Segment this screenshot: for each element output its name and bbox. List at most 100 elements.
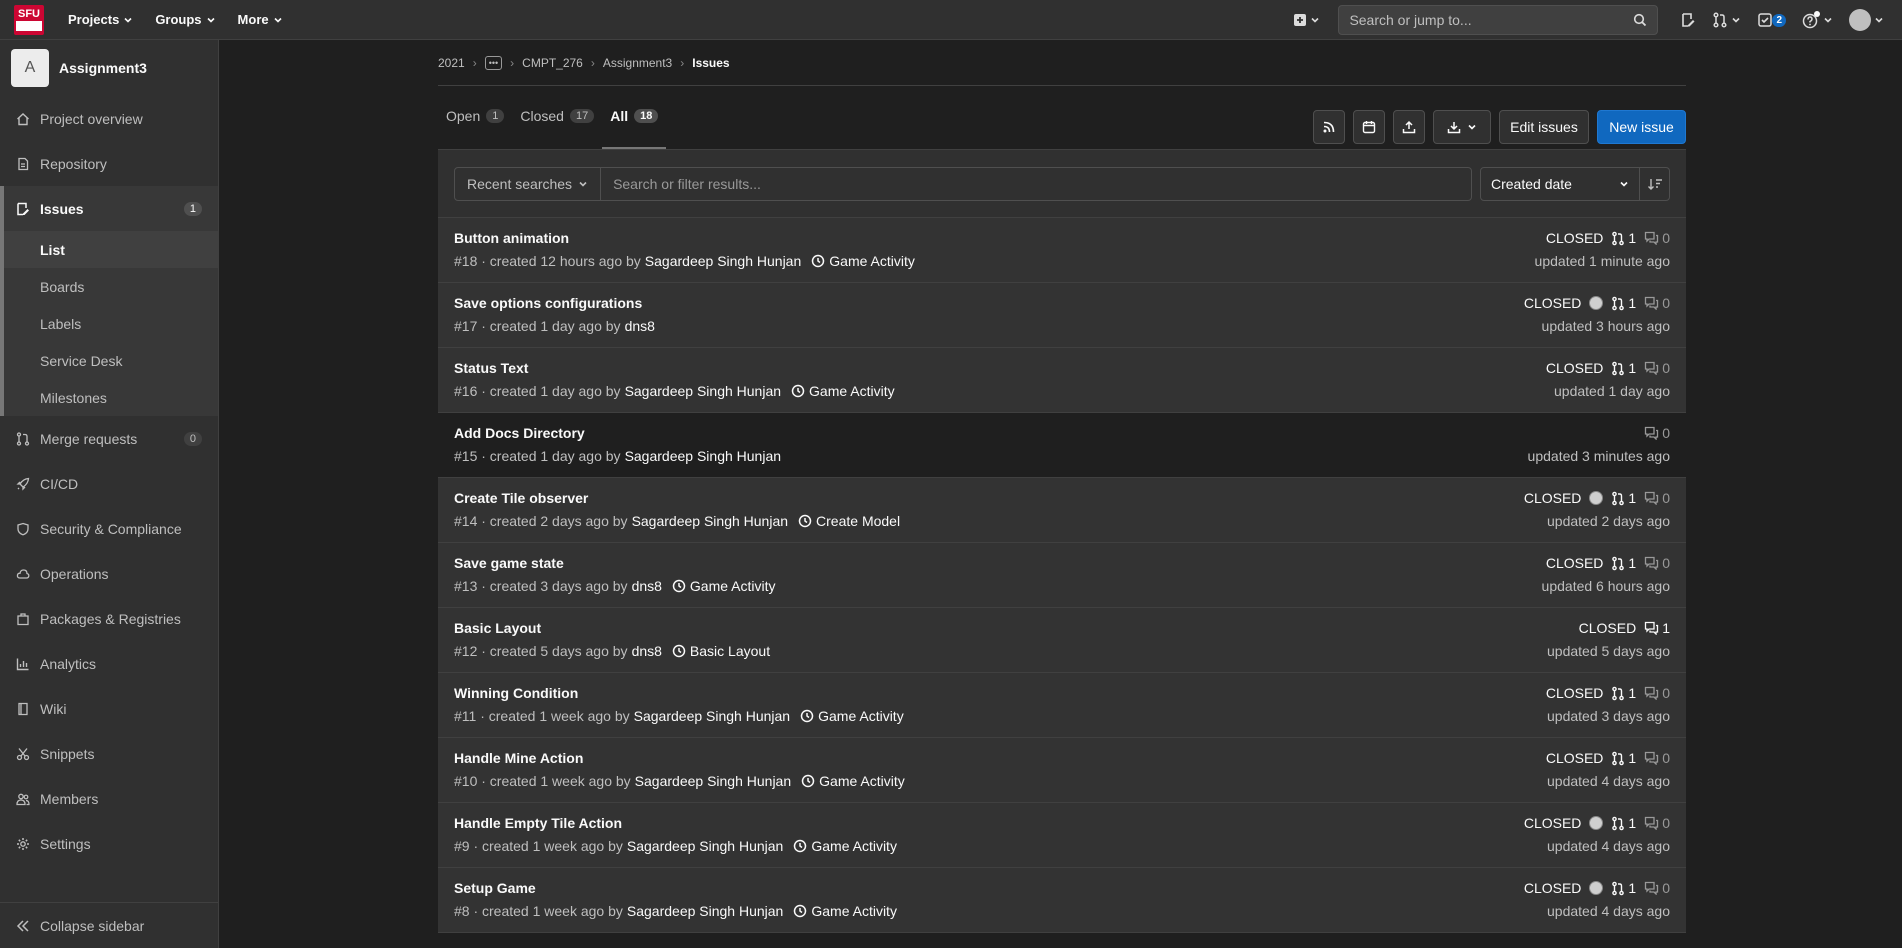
issue-author-link[interactable]: Sagardeep Singh Hunjan [635,773,791,789]
todos-shortcut[interactable]: 2 [1749,12,1794,28]
issue-comments[interactable]: 0 [1644,230,1670,246]
assignee-avatar[interactable] [1589,296,1604,310]
sidebar-item-merge-requests[interactable]: Merge requests 0 [0,416,218,461]
issue-title-link[interactable]: Handle Mine Action [454,750,583,766]
sidebar-item-settings[interactable]: Settings [0,821,218,866]
breadcrumb-item[interactable]: 2021 [438,56,465,70]
related-merge-requests[interactable]: 1 [1611,815,1636,831]
issue-milestone-link[interactable]: Game Activity [791,383,895,399]
breadcrumb-current[interactable]: Issues [692,56,729,70]
sort-dropdown[interactable]: Created date [1480,166,1640,201]
issue-comments[interactable]: 0 [1644,295,1670,311]
issue-comments[interactable]: 0 [1644,425,1670,441]
edit-issues-button[interactable]: Edit issues [1499,110,1589,144]
issue-title-link[interactable]: Save options configurations [454,295,642,311]
issue-milestone-link[interactable]: Game Activity [801,773,905,789]
sidebar-item-snippets[interactable]: Snippets [0,731,218,776]
issue-author-link[interactable]: Sagardeep Singh Hunjan [627,838,783,854]
related-merge-requests[interactable]: 1 [1611,880,1636,896]
issue-author-link[interactable]: Sagardeep Singh Hunjan [634,708,790,724]
issue-milestone-link[interactable]: Game Activity [800,708,904,724]
filter-search-input[interactable]: Search or filter results... [601,166,1472,201]
issue-title-link[interactable]: Create Tile observer [454,490,588,506]
issue-title-link[interactable]: Setup Game [454,880,536,896]
export-dropdown[interactable] [1433,110,1491,144]
issue-author-link[interactable]: Sagardeep Singh Hunjan [645,253,801,269]
sidebar-item-project-overview[interactable]: Project overview [0,96,218,141]
assignee-avatar[interactable] [1589,491,1604,505]
collapse-sidebar-button[interactable]: Collapse sidebar [0,902,218,948]
more-menu[interactable]: More [238,12,283,27]
help-dropdown[interactable] [1794,11,1841,29]
related-merge-requests[interactable]: 1 [1611,685,1636,701]
related-merge-requests[interactable]: 1 [1611,555,1636,571]
projects-menu[interactable]: Projects [68,12,133,27]
issue-title-link[interactable]: Winning Condition [454,685,578,701]
issue-title-link[interactable]: Status Text [454,360,528,376]
issue-title-link[interactable]: Handle Empty Tile Action [454,815,622,831]
groups-menu[interactable]: Groups [155,12,215,27]
issue-title-link[interactable]: Button animation [454,230,569,246]
sidebar-item-wiki[interactable]: Wiki [0,686,218,731]
sfu-logo[interactable]: SFU [14,4,44,35]
related-merge-requests[interactable]: 1 [1611,360,1636,376]
issue-title-link[interactable]: Basic Layout [454,620,541,636]
issue-comments[interactable]: 0 [1644,555,1670,571]
issue-comments[interactable]: 0 [1644,490,1670,506]
issue-comments[interactable]: 0 [1644,685,1670,701]
issue-title-link[interactable]: Save game state [454,555,564,571]
subnav-item-milestones[interactable]: Milestones [4,379,218,416]
breadcrumb-item[interactable]: CMPT_276 [522,56,583,70]
issue-author-link[interactable]: dns8 [625,318,655,334]
sidebar-item-packages-registries[interactable]: Packages & Registries [0,596,218,641]
rss-button[interactable] [1313,110,1345,144]
issue-comments[interactable]: 0 [1644,880,1670,896]
subnav-item-boards[interactable]: Boards [4,268,218,305]
tab-closed[interactable]: Closed 17 [512,85,602,147]
tab-open[interactable]: Open 1 [438,85,512,147]
issue-title-link[interactable]: Add Docs Directory [454,425,585,441]
new-dropdown[interactable] [1285,13,1328,27]
sidebar-item-repository[interactable]: Repository [0,141,218,186]
assignee-avatar[interactable] [1589,816,1604,830]
issue-milestone-link[interactable]: Game Activity [793,903,897,919]
tab-all[interactable]: All 18 [602,85,667,149]
sidebar-item-security-compliance[interactable]: Security & Compliance [0,506,218,551]
subnav-item-service-desk[interactable]: Service Desk [4,342,218,379]
issue-comments[interactable]: 0 [1644,750,1670,766]
related-merge-requests[interactable]: 1 [1611,230,1636,246]
issue-author-link[interactable]: Sagardeep Singh Hunjan [625,448,781,464]
related-merge-requests[interactable]: 1 [1611,295,1636,311]
sidebar-item-cicd[interactable]: CI/CD [0,461,218,506]
new-issue-button[interactable]: New issue [1597,110,1686,144]
issue-milestone-link[interactable]: Game Activity [672,578,776,594]
related-merge-requests[interactable]: 1 [1611,490,1636,506]
merge-requests-shortcut[interactable] [1704,12,1749,28]
issue-author-link[interactable]: Sagardeep Singh Hunjan [632,513,788,529]
recent-searches-dropdown[interactable]: Recent searches [454,166,602,201]
subnav-item-labels[interactable]: Labels [4,305,218,342]
sidebar-item-issues[interactable]: Issues 1 [0,186,218,231]
issue-milestone-link[interactable]: Basic Layout [672,643,770,659]
issue-author-link[interactable]: Sagardeep Singh Hunjan [625,383,781,399]
issue-milestone-link[interactable]: Create Model [798,513,900,529]
sidebar-item-members[interactable]: Members [0,776,218,821]
related-merge-requests[interactable]: 1 [1611,750,1636,766]
issues-shortcut[interactable] [1672,12,1704,28]
issue-author-link[interactable]: Sagardeep Singh Hunjan [627,903,783,919]
issue-comments[interactable]: 0 [1644,360,1670,376]
global-search-input[interactable]: Search or jump to... [1338,5,1659,35]
sidebar-item-operations[interactable]: Operations [0,551,218,596]
issue-milestone-link[interactable]: Game Activity [793,838,897,854]
issue-author-link[interactable]: dns8 [632,643,662,659]
sidebar-item-analytics[interactable]: Analytics [0,641,218,686]
issue-milestone-link[interactable]: Game Activity [811,253,915,269]
subnav-item-list[interactable]: List [4,231,218,268]
sort-direction-button[interactable] [1640,166,1670,201]
calendar-button[interactable] [1353,110,1385,144]
breadcrumb-item[interactable]: Assignment3 [603,56,672,70]
user-menu[interactable] [1841,9,1892,31]
assignee-avatar[interactable] [1589,881,1604,895]
issue-author-link[interactable]: dns8 [632,578,662,594]
breadcrumb-expand-button[interactable]: ••• [484,55,503,70]
